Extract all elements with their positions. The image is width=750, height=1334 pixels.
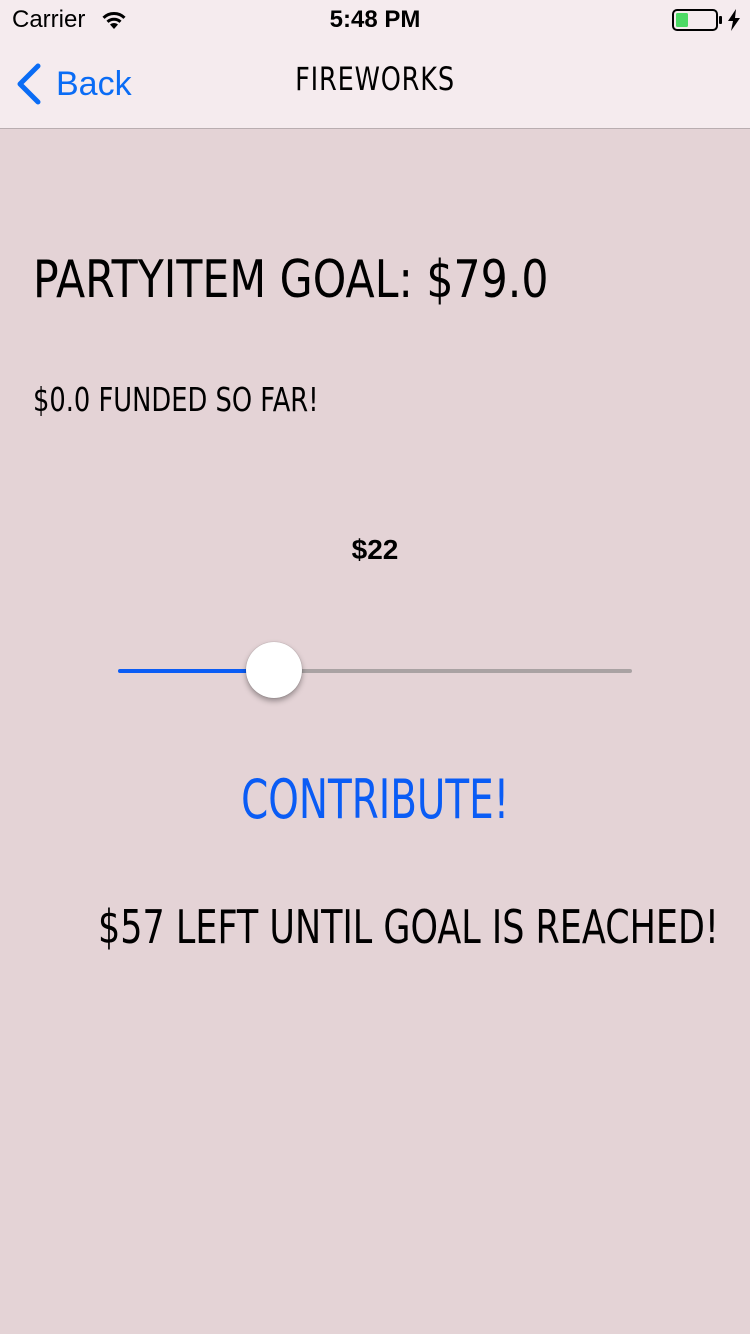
status-bar: Carrier 5:48 PM <box>0 0 750 40</box>
slider-max-track <box>273 669 632 673</box>
clock: 5:48 PM <box>329 6 421 33</box>
slider-thumb[interactable] <box>245 642 302 698</box>
navigation-bar: Back FIREWORKS <box>0 40 750 129</box>
battery-icon <box>672 9 724 35</box>
remaining-amount-text: $57 LEFT UNTIL GOAL IS REACHED! <box>0 900 750 954</box>
goal-title: PARTYITEM GOAL: $79.0 <box>33 250 549 310</box>
chevron-left-icon <box>17 63 41 105</box>
contribute-label: CONTRIBUTE! <box>240 768 510 831</box>
contribution-slider[interactable] <box>118 642 632 698</box>
charging-bolt-icon <box>727 9 741 35</box>
remaining-label: $57 LEFT UNTIL GOAL IS REACHED! <box>98 900 719 954</box>
page-title: FIREWORKS <box>295 60 455 98</box>
slider-value-label: $22 <box>351 534 399 565</box>
funded-amount-text: $0.0 FUNDED SO FAR! <box>33 380 319 419</box>
contribute-button[interactable]: CONTRIBUTE! <box>0 768 750 831</box>
